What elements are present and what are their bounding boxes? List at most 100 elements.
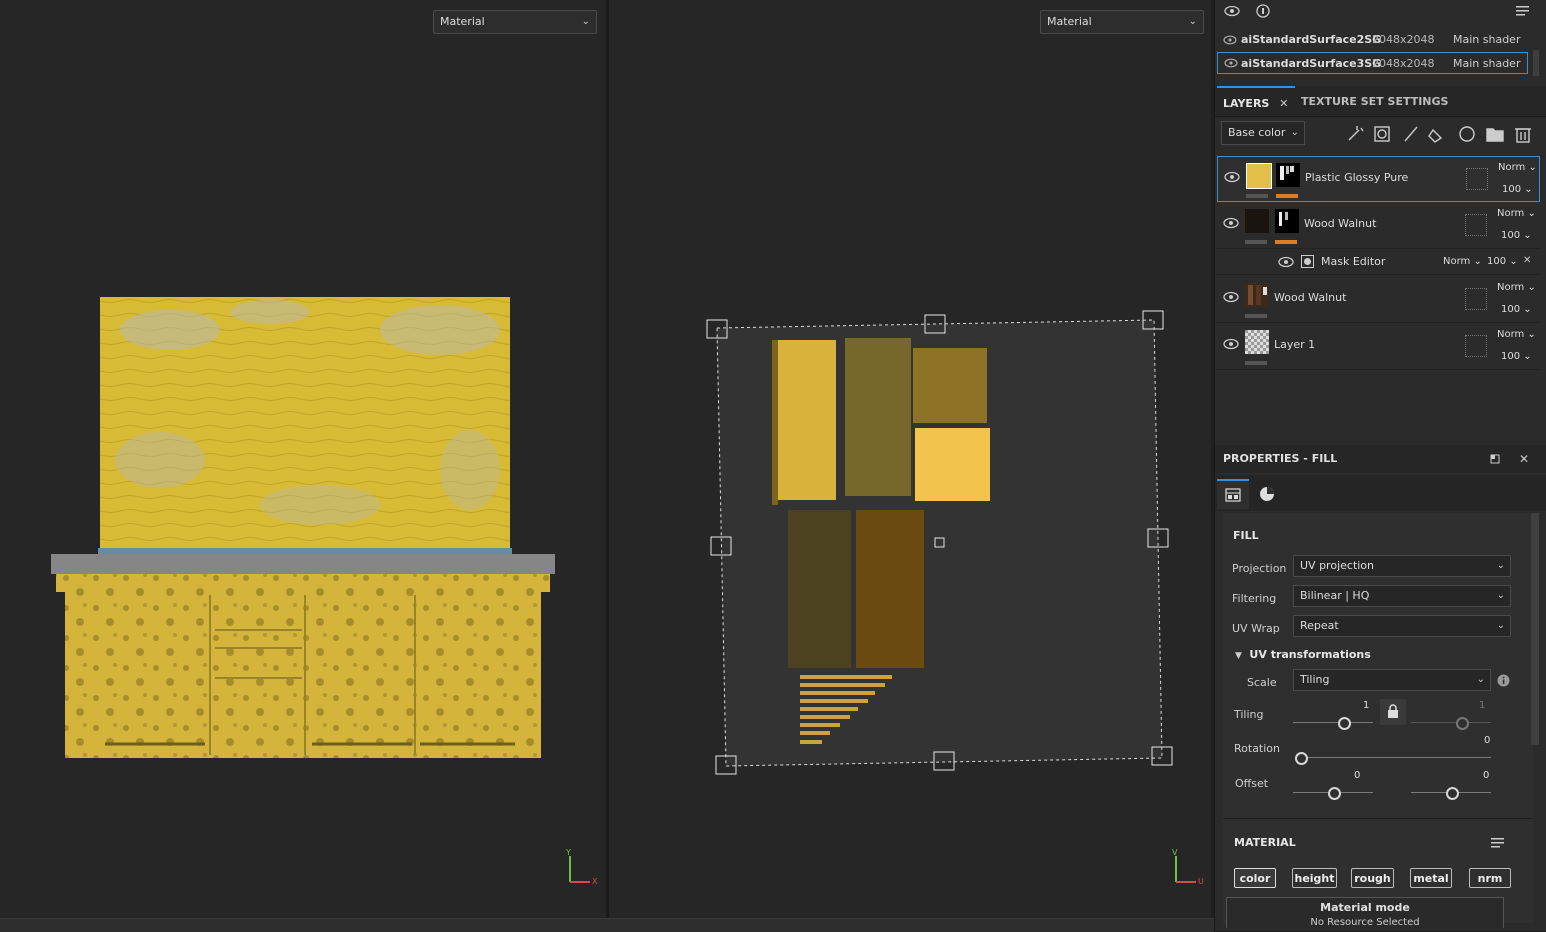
cabinet [65,590,541,758]
delete-icon[interactable] [1515,128,1531,143]
tab-texture-set-settings[interactable]: TEXTURE SET SETTINGS [1301,86,1448,116]
properties-tabs [1215,475,1546,511]
tiling-lock-button[interactable] [1380,699,1406,725]
tiling-u-value: 1 [1363,700,1370,711]
layer-mask-thumbnail[interactable] [1275,209,1299,233]
layer-mask-bar [1276,194,1298,198]
layer-row-selected[interactable]: Plastic Glossy Pure Norm ⌄ 100 ⌄ [1217,156,1540,202]
layer-toolbar [1348,126,1531,143]
close-icon[interactable]: ✕ [1279,97,1288,110]
rotation-slider[interactable] [1295,757,1491,758]
layer-opacity[interactable]: 100 ⌄ [1501,230,1532,241]
viewport-2d[interactable]: Material ⌄ V U [609,0,1211,918]
section-material: MATERIAL [1234,836,1296,849]
mask-editor-blend-label: Norm [1443,256,1471,267]
offset-v-knob[interactable] [1446,787,1459,800]
add-fill-layer-icon[interactable] [1428,128,1443,143]
layer-row[interactable]: Layer 1 Norm ⌄ 100 ⌄ [1217,324,1540,370]
scale-dropdown[interactable]: Tiling ⌄ [1293,669,1491,691]
uv-transformations-toggle[interactable]: ▼ UV transformations [1235,648,1371,661]
uvwrap-dropdown[interactable]: Repeat ⌄ [1293,615,1511,637]
eye-icon[interactable] [1223,336,1239,352]
tab-layers[interactable]: LAYERS ✕ [1217,86,1295,116]
tab-fill-properties[interactable] [1217,479,1249,509]
layer-color-thumbnail[interactable] [1245,209,1269,233]
channel-nrm-label: nrm [1477,872,1503,885]
layer-opacity[interactable]: 100 ⌄ [1502,184,1533,195]
layer-opacity-label: 100 [1502,184,1522,195]
projection-value: UV projection [1300,559,1375,572]
eye-icon[interactable] [1224,52,1238,74]
layer-thumbnail[interactable] [1245,330,1269,354]
tiling-u-slider[interactable] [1293,722,1373,723]
tiling-v-knob[interactable] [1456,717,1469,730]
layer-opacity-preview[interactable] [1465,335,1487,357]
layer-row[interactable]: Wood Walnut Norm ⌄ 100 ⌄ [1217,277,1540,323]
channel-metal-toggle[interactable]: metal [1410,868,1452,888]
eye-icon[interactable] [1223,29,1237,51]
layer-opacity[interactable]: 100 ⌄ [1501,351,1532,362]
texture-set-name: aiStandardSurface3SG [1241,57,1382,70]
channel-color-toggle[interactable]: color [1234,868,1276,888]
add-paint-layer-icon[interactable] [1404,126,1418,142]
channel-height-toggle[interactable]: height [1292,868,1337,888]
eye-icon[interactable] [1224,169,1240,185]
tiling-v-slider[interactable] [1411,722,1491,723]
layer-color-thumbnail[interactable] [1246,163,1272,189]
tiling-u-knob[interactable] [1338,717,1351,730]
info-eye-icon[interactable] [1255,3,1271,19]
material-mode-box[interactable]: Material mode No Resource Selected [1226,897,1504,928]
menu-icon[interactable] [1515,4,1531,18]
add-smart-material-icon[interactable] [1459,126,1475,142]
layer-opacity[interactable]: 100 ⌄ [1501,304,1532,315]
layer-bar [1245,361,1267,365]
eye-cycle-icon[interactable] [1223,4,1241,18]
add-folder-icon[interactable] [1486,128,1504,142]
projection-dropdown[interactable]: UV projection ⌄ [1293,555,1511,577]
axis-v-label: V [1172,848,1178,857]
close-icon[interactable]: ✕ [1523,255,1531,266]
mask-editor-opacity[interactable]: 100 ⌄ [1487,256,1518,267]
mask-editor-opacity-label: 100 [1487,256,1507,267]
texture-set-row-selected[interactable]: aiStandardSurface3SG 2048x2048 Main shad… [1217,52,1528,74]
add-mask-icon[interactable] [1374,126,1390,142]
mask-editor-row[interactable]: Mask Editor Norm ⌄ 100 ⌄ ✕ [1217,250,1540,275]
viewport-scrollbar[interactable] [0,918,1214,932]
close-icon[interactable]: ✕ [1519,445,1529,473]
offset-u-knob[interactable] [1328,787,1341,800]
eye-icon[interactable] [1278,254,1294,270]
panel-tabs: LAYERS ✕ TEXTURE SET SETTINGS [1215,86,1546,117]
layer-blend-mode[interactable]: Norm ⌄ [1498,162,1537,173]
layer-opacity-preview[interactable] [1466,168,1488,190]
layer-blend-mode[interactable]: Norm ⌄ [1497,208,1536,219]
axis-gizmo-2d: V U [1172,848,1204,886]
filtering-dropdown[interactable]: Bilinear | HQ ⌄ [1293,585,1511,607]
info-icon[interactable] [1497,674,1510,687]
channel-rough-toggle[interactable]: rough [1351,868,1394,888]
channel-nrm-toggle[interactable]: nrm [1469,868,1511,888]
mask-editor-blend[interactable]: Norm ⌄ [1443,256,1482,267]
channel-height-label: height [1294,872,1335,885]
tab-material-properties[interactable] [1251,479,1283,509]
material-menu-icon[interactable] [1490,836,1506,850]
channel-dropdown[interactable]: Base color ⌄ [1221,121,1305,145]
layer-opacity-preview[interactable] [1465,214,1487,236]
eye-icon[interactable] [1223,289,1239,305]
texture-set-row[interactable]: aiStandardSurface2SG 2048x2048 Main shad… [1217,29,1528,51]
layer-thumbnail[interactable] [1245,283,1269,307]
viewport-3d[interactable]: Material ⌄ Y X [0,0,606,918]
tiling-label: Tiling [1234,708,1264,721]
rotation-knob[interactable] [1295,752,1308,765]
layer-row[interactable]: Wood Walnut Norm ⌄ 100 ⌄ [1217,203,1540,249]
layer-opacity-preview[interactable] [1465,288,1487,310]
undock-icon[interactable] [1490,454,1500,464]
layer-blend-mode[interactable]: Norm ⌄ [1497,329,1536,340]
layer-mask-thumbnail[interactable] [1276,163,1300,187]
properties-scrollbar[interactable] [1531,513,1539,745]
layer-blend-mode[interactable]: Norm ⌄ [1497,282,1536,293]
texture-set-scrollbar[interactable] [1533,50,1539,76]
add-effect-icon[interactable] [1348,126,1364,141]
filtering-value: Bilinear | HQ [1300,589,1370,602]
eye-icon[interactable] [1223,215,1239,231]
tab-layers-label: LAYERS [1223,97,1270,110]
